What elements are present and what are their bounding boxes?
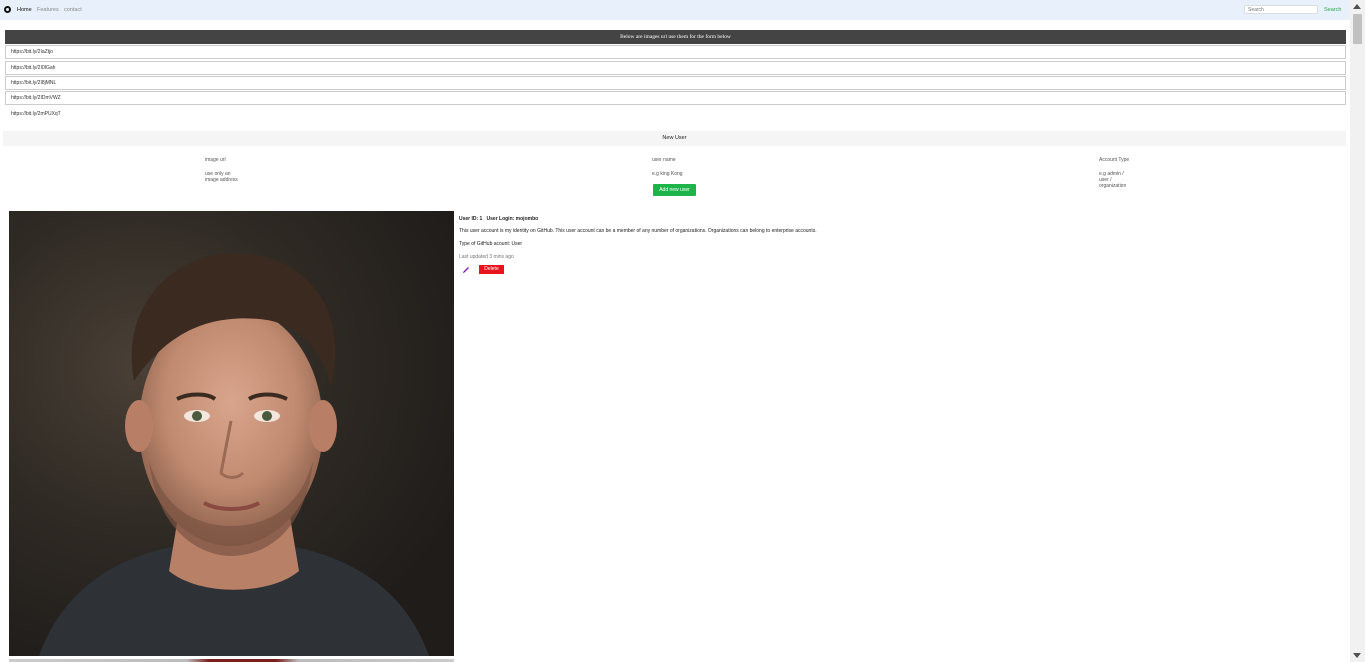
github-logo-icon[interactable] xyxy=(4,6,11,13)
scroll-thumb[interactable] xyxy=(1353,14,1362,44)
scroll-down-arrow-icon[interactable] xyxy=(1353,653,1361,658)
image-url-item[interactable]: https://bit.ly/2IDmVWZ xyxy=(5,91,1346,105)
pencil-icon[interactable] xyxy=(462,266,470,274)
user-description: This user account is my identity on GitH… xyxy=(459,228,817,234)
image-url-item[interactable]: https://bit.ly/2I8jMNL xyxy=(5,76,1346,90)
user-id-line: User ID: 1 User Login: mojombo xyxy=(459,216,538,222)
search-input[interactable] xyxy=(1244,5,1318,14)
add-new-user-button[interactable]: Add new user xyxy=(653,184,696,196)
user-name-input[interactable]: e.g king Kong xyxy=(652,171,683,177)
user-name-label: user name xyxy=(652,157,676,163)
last-updated: Last updated 3 mins ago xyxy=(459,254,514,260)
image-urls-banner: Below are images url use them for the fo… xyxy=(5,30,1346,44)
image-url-label: image url xyxy=(205,157,226,163)
account-type-line: Type of GitHub acount: User xyxy=(459,241,523,247)
new-user-title: New User xyxy=(3,131,1346,146)
user-id: User ID: 1 xyxy=(459,216,483,222)
image-url-input[interactable]: use only an image address xyxy=(205,171,238,183)
user-login: User Login: mojombo xyxy=(486,216,539,222)
nav-home[interactable]: Home xyxy=(17,7,32,13)
page-scrollbar[interactable] xyxy=(1350,0,1365,662)
nav-contact[interactable]: contact xyxy=(64,7,82,13)
user-avatar-photo xyxy=(9,211,454,656)
user-name-hint-line: e.g king Kong xyxy=(652,171,683,177)
image-url-item[interactable]: https://bit.ly/2I0IGah xyxy=(5,61,1346,75)
scroll-up-arrow-icon[interactable] xyxy=(1353,4,1361,9)
image-url-item[interactable]: https://bit.ly/2mPUXqT xyxy=(11,111,61,117)
image-url-item[interactable]: https://bit.ly/2IaZtjo xyxy=(5,45,1346,59)
account-type-label: Account Type xyxy=(1099,157,1130,163)
delete-button[interactable]: Delete xyxy=(479,265,504,274)
navbar: Home Features contact Search xyxy=(0,0,1350,20)
nav-features[interactable]: Features xyxy=(37,7,59,13)
account-type-hint-line: organization xyxy=(1099,183,1127,189)
search-button[interactable]: Search xyxy=(1324,7,1341,13)
account-type-input[interactable]: e.g admin / user / organization xyxy=(1099,171,1126,189)
image-url-hint-line: image address xyxy=(205,177,238,183)
